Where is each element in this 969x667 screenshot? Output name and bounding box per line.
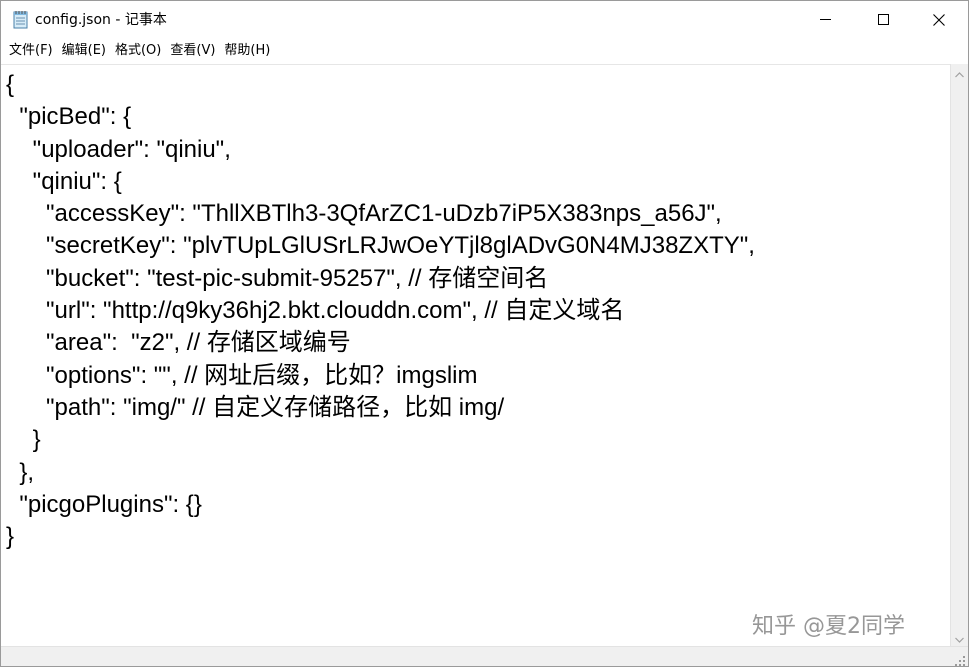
- title-bar[interactable]: config.json - 记事本: [1, 1, 968, 38]
- editor-line: "picBed": {: [6, 103, 132, 131]
- editor-line: "url": "http://q9ky36hj2.bkt.clouddn.com…: [6, 297, 625, 325]
- menu-bar: 文件(F) 编辑(E) 格式(O) 查看(V) 帮助(H): [1, 38, 968, 64]
- editor-line: },: [6, 458, 35, 486]
- editor-line: "uploader": "qiniu",: [6, 135, 231, 163]
- editor-line: "options": "", // 网址后缀，比如？imgslim: [6, 361, 478, 389]
- editor-line: "accessKey": "ThllXBTlh3-3QfArZC1-uDzb7i…: [6, 200, 722, 228]
- close-button[interactable]: [910, 1, 968, 38]
- scroll-up-button[interactable]: [951, 64, 968, 81]
- editor-line: "path": "img/" // 自定义存储路径，比如 img/: [6, 393, 505, 421]
- vertical-scrollbar[interactable]: [950, 64, 968, 646]
- menu-view[interactable]: 查看(V): [166, 41, 220, 61]
- minimize-icon: [819, 14, 831, 25]
- maximize-icon: [877, 14, 889, 25]
- notepad-icon: [13, 10, 29, 29]
- minimize-button[interactable]: [796, 1, 854, 38]
- chevron-down-icon: [955, 628, 964, 647]
- editor-line: "secretKey": "plvTUpLGlUSrLRJwOeYTjl8glA…: [6, 232, 755, 260]
- maximize-button[interactable]: [854, 1, 912, 38]
- menu-file[interactable]: 文件(F): [5, 41, 58, 61]
- notepad-window: config.json - 记事本 文件(F) 编辑(E) 格式(O) 查看(V…: [0, 0, 969, 667]
- editor-line: {: [6, 71, 15, 98]
- menu-help[interactable]: 帮助(H): [220, 41, 275, 61]
- editor-line: "area": "z2", // 存储区域编号: [6, 329, 351, 357]
- menu-format[interactable]: 格式(O): [111, 41, 166, 61]
- resize-grip-icon[interactable]: [954, 652, 966, 666]
- watermark: 知乎 @夏2同学: [752, 614, 905, 639]
- bottom-bar: [1, 646, 968, 666]
- editor-line: }: [6, 426, 41, 454]
- editor-line: "qiniu": {: [6, 167, 122, 195]
- menu-edit[interactable]: 编辑(E): [58, 41, 111, 61]
- text-editor[interactable]: { "picBed": { "uploader": "qiniu", "qini…: [1, 64, 950, 646]
- chevron-up-icon: [955, 63, 964, 82]
- close-icon: [933, 13, 945, 26]
- window-title: config.json - 记事本: [35, 12, 167, 28]
- scroll-down-button[interactable]: [951, 629, 968, 646]
- editor-line: }: [6, 523, 15, 551]
- editor-line: "bucket": "test-pic-submit-95257", // 存储…: [6, 264, 549, 292]
- editor-content[interactable]: { "picBed": { "uploader": "qiniu", "qini…: [1, 65, 950, 553]
- editor-line: "picgoPlugins": {}: [6, 490, 202, 518]
